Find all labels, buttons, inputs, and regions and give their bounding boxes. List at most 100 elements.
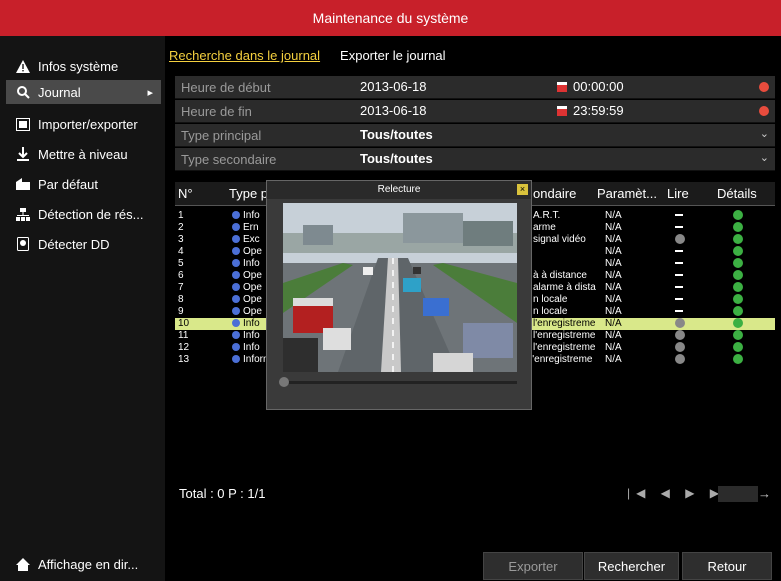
cell-type-label: Info xyxy=(243,258,260,269)
network-icon xyxy=(16,207,30,221)
go-arrow-icon[interactable]: → xyxy=(758,486,771,501)
window-title: Maintenance du système xyxy=(0,0,781,36)
cell-type-label: Ope xyxy=(243,282,262,293)
info-icon xyxy=(232,247,240,256)
back-button[interactable]: Retour xyxy=(682,552,772,580)
main-panel: Recherche dans le journal Exporter le jo… xyxy=(165,36,781,581)
main-type-label: Type principal xyxy=(181,128,262,143)
search-icon xyxy=(16,85,30,99)
chevron-down-icon[interactable]: ⌄ xyxy=(760,127,769,140)
col-no[interactable]: N° xyxy=(178,186,193,201)
clock-icon[interactable] xyxy=(759,82,769,92)
cell-type-label: Ern xyxy=(243,222,259,233)
tab-recherche-journal[interactable]: Recherche dans le journal xyxy=(169,48,320,68)
close-icon[interactable]: × xyxy=(517,184,528,195)
clock-icon[interactable] xyxy=(759,106,769,116)
sidebar-item-importer-exporter[interactable]: Importer/exporter xyxy=(6,112,161,136)
col-type[interactable]: Type p xyxy=(229,186,268,201)
sidebar-item-label: Détecter DD xyxy=(38,236,110,252)
sidebar: Infos système Journal ▸ Importer/exporte… xyxy=(0,36,165,581)
calendar-icon[interactable] xyxy=(557,106,567,116)
cell-param: N/A xyxy=(605,282,622,293)
table-footer: Total : 0 P : 1/1 |◀ ◀ ▶ ▶| → xyxy=(175,486,775,506)
sidebar-item-label: Infos système xyxy=(38,58,119,74)
search-button[interactable]: Rechercher xyxy=(584,552,679,580)
total-count: Total : 0 P : 1/1 xyxy=(179,486,266,501)
cell-no: 9 xyxy=(178,306,184,317)
download-icon xyxy=(16,147,30,161)
cell-sub-type: à à distance xyxy=(533,270,587,281)
cell-no: 7 xyxy=(178,282,184,293)
sidebar-item-journal[interactable]: Journal ▸ xyxy=(6,80,161,104)
cell-no: 3 xyxy=(178,234,184,245)
info-icon xyxy=(232,331,240,340)
dash-icon xyxy=(675,270,683,282)
cell-type-label: Info xyxy=(243,342,260,353)
page-input[interactable] xyxy=(718,486,758,502)
cell-param: N/A xyxy=(605,258,622,269)
dash-icon xyxy=(675,258,683,270)
cell-type-label: Ope xyxy=(243,306,262,317)
chevron-down-icon[interactable]: ⌄ xyxy=(760,151,769,164)
sidebar-item-mettre-a-niveau[interactable]: Mettre à niveau xyxy=(6,142,161,166)
cell-sub-type: l'enregistreme xyxy=(533,342,596,353)
info-icon xyxy=(232,319,240,328)
sub-type-select[interactable]: Tous/toutes xyxy=(360,151,433,166)
start-time-label: Heure de début xyxy=(181,80,271,95)
end-date-field[interactable]: 2013-06-18 xyxy=(360,103,427,118)
col-details[interactable]: Détails xyxy=(717,186,757,201)
tab-exporter-journal[interactable]: Exporter le journal xyxy=(340,48,446,68)
dash-icon xyxy=(675,294,683,306)
sub-type-row: Type secondaire Tous/toutes ⌄ xyxy=(175,148,775,171)
dash-icon xyxy=(675,306,683,318)
end-time-row: Heure de fin 2013-06-18 23:59:59 xyxy=(175,100,775,123)
cell-type-label: Ope xyxy=(243,246,262,257)
start-time-row: Heure de début 2013-06-18 00:00:00 xyxy=(175,76,775,99)
cell-param: N/A xyxy=(605,330,622,341)
cell-no: 13 xyxy=(178,354,190,365)
sub-type-label: Type secondaire xyxy=(181,152,277,167)
home-icon xyxy=(16,557,30,571)
export-button[interactable]: Exporter xyxy=(483,552,583,580)
info-icon xyxy=(232,259,240,268)
cell-param: N/A xyxy=(605,270,622,281)
playback-progress[interactable] xyxy=(283,381,517,384)
col-read[interactable]: Lire xyxy=(667,186,689,201)
play-icon[interactable] xyxy=(675,354,685,368)
main-type-row: Type principal Tous/toutes ⌄ xyxy=(175,124,775,147)
start-time-field[interactable]: 00:00:00 xyxy=(573,79,624,94)
cell-no: 5 xyxy=(178,258,184,269)
sidebar-item-label: Mettre à niveau xyxy=(38,146,128,162)
info-icon xyxy=(232,283,240,292)
sidebar-item-par-defaut[interactable]: Par défaut xyxy=(6,172,161,196)
start-date-field[interactable]: 2013-06-18 xyxy=(360,79,427,94)
cell-no: 6 xyxy=(178,270,184,281)
cell-param: N/A xyxy=(605,246,622,257)
cell-type-label: Info xyxy=(243,318,260,329)
import-icon xyxy=(16,117,30,131)
end-time-label: Heure de fin xyxy=(181,104,252,119)
sidebar-item-label: Importer/exporter xyxy=(38,116,138,132)
sidebar-item-detecter-dd[interactable]: Détecter DD xyxy=(6,232,161,256)
details-check-icon[interactable] xyxy=(733,354,743,368)
calendar-icon[interactable] xyxy=(557,82,567,92)
end-time-field[interactable]: 23:59:59 xyxy=(573,103,624,118)
cell-type-label: Info xyxy=(243,210,260,221)
sidebar-item-infos-systeme[interactable]: Infos système xyxy=(6,54,161,78)
video-frame xyxy=(283,203,517,372)
col-param[interactable]: Paramèt... xyxy=(597,186,657,201)
cell-no: 10 xyxy=(178,318,190,329)
reset-icon xyxy=(16,177,30,191)
dash-icon xyxy=(675,222,683,234)
sidebar-item-detection-reseau[interactable]: Détection de rés... xyxy=(6,202,161,226)
cell-param: N/A xyxy=(605,294,622,305)
sidebar-item-label: Par défaut xyxy=(38,176,98,192)
cell-no: 11 xyxy=(178,330,189,341)
info-icon xyxy=(232,307,240,316)
main-type-select[interactable]: Tous/toutes xyxy=(360,127,433,142)
info-icon xyxy=(232,355,240,364)
sidebar-item-affichage-direct[interactable]: Affichage en dir... xyxy=(6,552,161,576)
col-sub-type[interactable]: ondaire xyxy=(533,186,576,201)
playback-slider-handle[interactable] xyxy=(279,377,289,387)
cell-sub-type: l'enregistreme xyxy=(533,330,596,341)
